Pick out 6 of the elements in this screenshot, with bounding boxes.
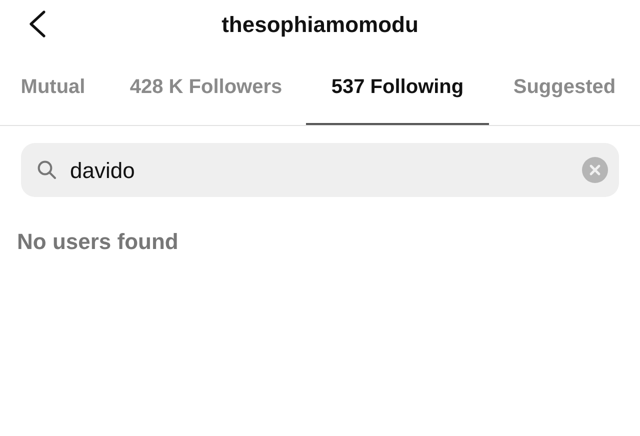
search-bar[interactable]: davido — [21, 143, 619, 197]
search-icon — [37, 160, 57, 180]
empty-state-message: No users found — [17, 229, 178, 254]
tab[interactable]: 537 Following — [306, 52, 489, 125]
profile-username: thesophiamomodu — [222, 10, 418, 39]
search-field[interactable]: davido — [70, 154, 582, 186]
